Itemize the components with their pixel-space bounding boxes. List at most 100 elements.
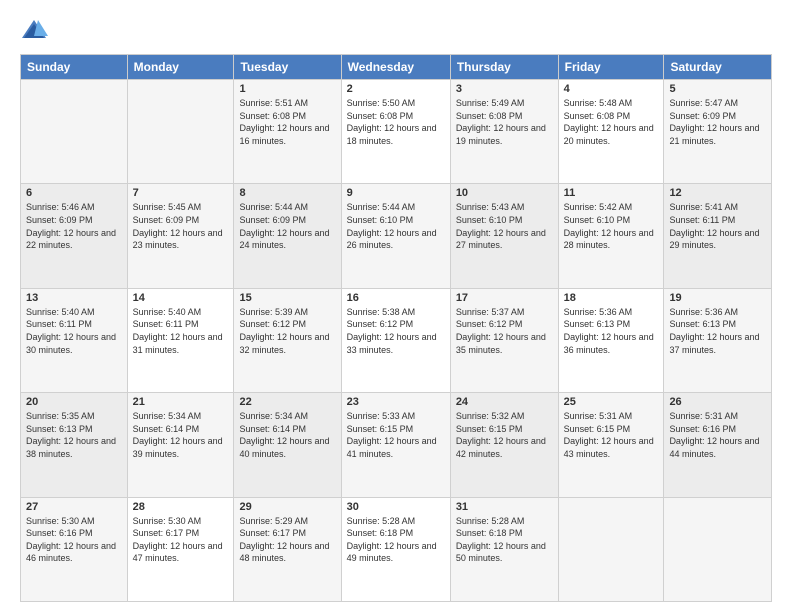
- day-info: Sunrise: 5:39 AM Sunset: 6:12 PM Dayligh…: [239, 306, 335, 356]
- calendar-cell: 25 Sunrise: 5:31 AM Sunset: 6:15 PM Dayli…: [558, 393, 664, 497]
- calendar-cell: 15 Sunrise: 5:39 AM Sunset: 6:12 PM Dayli…: [234, 288, 341, 392]
- day-number: 2: [347, 83, 445, 95]
- calendar-week-3: 13Sunrise: 5:40 AM Sunset: 6:11 PM Dayli…: [21, 288, 772, 392]
- calendar-cell: 20 Sunrise: 5:35 AM Sunset: 6:13 PM Dayli…: [21, 393, 128, 497]
- day-number: 15: [239, 292, 335, 304]
- day-info: Sunrise: 5:29 AM Sunset: 6:17 PM Dayligh…: [239, 515, 335, 565]
- day-info: Sunrise: 5:31 AM Sunset: 6:15 PM Dayligh…: [564, 410, 659, 460]
- day-info: Sunrise: 5:35 AM Sunset: 6:13 PM Dayligh…: [26, 410, 122, 460]
- calendar-cell: 19 Sunrise: 5:36 AM Sunset: 6:13 PM Dayli…: [664, 288, 772, 392]
- calendar-cell: 11Sunrise: 5:42 AM Sunset: 6:10 PM Dayli…: [558, 184, 664, 288]
- calendar-table: SundayMondayTuesdayWednesdayThursdayFrid…: [20, 54, 772, 602]
- calendar-cell: 30 Sunrise: 5:28 AM Sunset: 6:18 PM Dayli…: [341, 497, 450, 601]
- day-number: 3: [456, 83, 553, 95]
- page: SundayMondayTuesdayWednesdayThursdayFrid…: [0, 0, 792, 612]
- weekday-tuesday: Tuesday: [234, 55, 341, 80]
- weekday-thursday: Thursday: [450, 55, 558, 80]
- day-number: 29: [239, 501, 335, 513]
- day-number: 26: [669, 396, 766, 408]
- calendar-cell: 31 Sunrise: 5:28 AM Sunset: 6:18 PM Dayli…: [450, 497, 558, 601]
- calendar-cell: 1Sunrise: 5:51 AM Sunset: 6:08 PM Daylig…: [234, 80, 341, 184]
- day-info: Sunrise: 5:49 AM Sunset: 6:08 PM Dayligh…: [456, 97, 553, 147]
- day-number: 14: [133, 292, 229, 304]
- day-info: Sunrise: 5:43 AM Sunset: 6:10 PM Dayligh…: [456, 201, 553, 251]
- day-number: 20: [26, 396, 122, 408]
- calendar-cell: 24 Sunrise: 5:32 AM Sunset: 6:15 PM Dayli…: [450, 393, 558, 497]
- day-info: Sunrise: 5:31 AM Sunset: 6:16 PM Dayligh…: [669, 410, 766, 460]
- day-number: 6: [26, 187, 122, 199]
- calendar-cell: [127, 80, 234, 184]
- calendar-cell: 17 Sunrise: 5:37 AM Sunset: 6:12 PM Dayli…: [450, 288, 558, 392]
- calendar-cell: 16Sunrise: 5:38 AM Sunset: 6:12 PM Dayli…: [341, 288, 450, 392]
- calendar-cell: 23 Sunrise: 5:33 AM Sunset: 6:15 PM Dayli…: [341, 393, 450, 497]
- calendar-cell: 13Sunrise: 5:40 AM Sunset: 6:11 PM Dayli…: [21, 288, 128, 392]
- weekday-saturday: Saturday: [664, 55, 772, 80]
- day-info: Sunrise: 5:50 AM Sunset: 6:08 PM Dayligh…: [347, 97, 445, 147]
- day-number: 24: [456, 396, 553, 408]
- day-number: 12: [669, 187, 766, 199]
- day-info: Sunrise: 5:47 AM Sunset: 6:09 PM Dayligh…: [669, 97, 766, 147]
- day-info: Sunrise: 5:51 AM Sunset: 6:08 PM Dayligh…: [239, 97, 335, 147]
- weekday-monday: Monday: [127, 55, 234, 80]
- calendar-cell: 27 Sunrise: 5:30 AM Sunset: 6:16 PM Dayli…: [21, 497, 128, 601]
- calendar-cell: 2 Sunrise: 5:50 AM Sunset: 6:08 PM Daylig…: [341, 80, 450, 184]
- calendar-cell: 9 Sunrise: 5:44 AM Sunset: 6:10 PM Daylig…: [341, 184, 450, 288]
- day-number: 11: [564, 187, 659, 199]
- calendar-cell: [558, 497, 664, 601]
- day-info: Sunrise: 5:28 AM Sunset: 6:18 PM Dayligh…: [347, 515, 445, 565]
- calendar-cell: 10Sunrise: 5:43 AM Sunset: 6:10 PM Dayli…: [450, 184, 558, 288]
- calendar-week-2: 6 Sunrise: 5:46 AM Sunset: 6:09 PM Daylig…: [21, 184, 772, 288]
- day-number: 17: [456, 292, 553, 304]
- calendar-cell: 12 Sunrise: 5:41 AM Sunset: 6:11 PM Dayli…: [664, 184, 772, 288]
- calendar-cell: 28 Sunrise: 5:30 AM Sunset: 6:17 PM Dayli…: [127, 497, 234, 601]
- day-info: Sunrise: 5:32 AM Sunset: 6:15 PM Dayligh…: [456, 410, 553, 460]
- day-number: 31: [456, 501, 553, 513]
- day-info: Sunrise: 5:36 AM Sunset: 6:13 PM Dayligh…: [669, 306, 766, 356]
- day-number: 30: [347, 501, 445, 513]
- day-info: Sunrise: 5:30 AM Sunset: 6:17 PM Dayligh…: [133, 515, 229, 565]
- day-number: 19: [669, 292, 766, 304]
- day-number: 5: [669, 83, 766, 95]
- calendar-cell: 4 Sunrise: 5:48 AM Sunset: 6:08 PM Daylig…: [558, 80, 664, 184]
- weekday-friday: Friday: [558, 55, 664, 80]
- day-number: 4: [564, 83, 659, 95]
- day-number: 7: [133, 187, 229, 199]
- day-info: Sunrise: 5:41 AM Sunset: 6:11 PM Dayligh…: [669, 201, 766, 251]
- day-number: 22: [239, 396, 335, 408]
- day-info: Sunrise: 5:48 AM Sunset: 6:08 PM Dayligh…: [564, 97, 659, 147]
- day-number: 28: [133, 501, 229, 513]
- day-info: Sunrise: 5:38 AM Sunset: 6:12 PM Dayligh…: [347, 306, 445, 356]
- day-info: Sunrise: 5:34 AM Sunset: 6:14 PM Dayligh…: [133, 410, 229, 460]
- calendar-cell: 22Sunrise: 5:34 AM Sunset: 6:14 PM Dayli…: [234, 393, 341, 497]
- day-number: 13: [26, 292, 122, 304]
- day-info: Sunrise: 5:44 AM Sunset: 6:09 PM Dayligh…: [239, 201, 335, 251]
- header: [20, 16, 772, 44]
- calendar-cell: [21, 80, 128, 184]
- day-number: 23: [347, 396, 445, 408]
- calendar-week-1: 1Sunrise: 5:51 AM Sunset: 6:08 PM Daylig…: [21, 80, 772, 184]
- weekday-wednesday: Wednesday: [341, 55, 450, 80]
- calendar-cell: 5 Sunrise: 5:47 AM Sunset: 6:09 PM Daylig…: [664, 80, 772, 184]
- day-info: Sunrise: 5:33 AM Sunset: 6:15 PM Dayligh…: [347, 410, 445, 460]
- calendar-cell: 8Sunrise: 5:44 AM Sunset: 6:09 PM Daylig…: [234, 184, 341, 288]
- weekday-header-row: SundayMondayTuesdayWednesdayThursdayFrid…: [21, 55, 772, 80]
- day-info: Sunrise: 5:44 AM Sunset: 6:10 PM Dayligh…: [347, 201, 445, 251]
- day-info: Sunrise: 5:45 AM Sunset: 6:09 PM Dayligh…: [133, 201, 229, 251]
- calendar-week-4: 20 Sunrise: 5:35 AM Sunset: 6:13 PM Dayli…: [21, 393, 772, 497]
- calendar-week-5: 27 Sunrise: 5:30 AM Sunset: 6:16 PM Dayli…: [21, 497, 772, 601]
- day-info: Sunrise: 5:37 AM Sunset: 6:12 PM Dayligh…: [456, 306, 553, 356]
- calendar-cell: 3 Sunrise: 5:49 AM Sunset: 6:08 PM Daylig…: [450, 80, 558, 184]
- day-number: 25: [564, 396, 659, 408]
- logo: [20, 16, 50, 44]
- day-info: Sunrise: 5:36 AM Sunset: 6:13 PM Dayligh…: [564, 306, 659, 356]
- day-info: Sunrise: 5:28 AM Sunset: 6:18 PM Dayligh…: [456, 515, 553, 565]
- calendar-cell: 21 Sunrise: 5:34 AM Sunset: 6:14 PM Dayli…: [127, 393, 234, 497]
- calendar-cell: 7 Sunrise: 5:45 AM Sunset: 6:09 PM Daylig…: [127, 184, 234, 288]
- calendar-cell: 6 Sunrise: 5:46 AM Sunset: 6:09 PM Daylig…: [21, 184, 128, 288]
- calendar-cell: 18Sunrise: 5:36 AM Sunset: 6:13 PM Dayli…: [558, 288, 664, 392]
- day-number: 9: [347, 187, 445, 199]
- day-info: Sunrise: 5:30 AM Sunset: 6:16 PM Dayligh…: [26, 515, 122, 565]
- day-info: Sunrise: 5:46 AM Sunset: 6:09 PM Dayligh…: [26, 201, 122, 251]
- day-number: 27: [26, 501, 122, 513]
- day-number: 21: [133, 396, 229, 408]
